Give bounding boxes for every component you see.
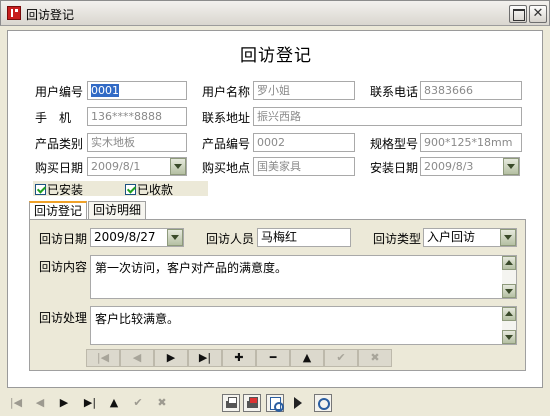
category-field[interactable]: 实木地板 (87, 133, 187, 152)
bottom-edit-button[interactable]: ▲ (104, 394, 124, 412)
nav-next-button[interactable]: ▶ (154, 349, 188, 367)
product-no-label: 产品编号 (202, 137, 251, 151)
main-panel: 回访登记 用户编号 0001 用户名称 罗小姐 联系电话 8383666 手 机… (7, 30, 543, 388)
bottom-last-button[interactable]: ▶| (78, 394, 102, 412)
bottom-toolbar: |◀ ◀ ▶ ▶| ▲ ✔ ✖ (0, 394, 550, 414)
buy-date-dropdown-icon[interactable] (170, 158, 186, 175)
nav-cancel-button[interactable]: ✖ (358, 349, 392, 367)
category-label: 产品类别 (35, 137, 84, 151)
visit-date-label: 回访日期 (39, 232, 88, 246)
form-heading: 回访登记 (240, 46, 312, 66)
window-title: 回访登记 (26, 8, 75, 22)
scroll-up-icon[interactable] (502, 256, 516, 270)
paid-checkbox[interactable]: 已收款 (125, 181, 173, 198)
bottom-first-button[interactable]: |◀ (6, 394, 26, 412)
user-name-label: 用户名称 (202, 85, 251, 99)
visit-type-label: 回访类型 (373, 232, 422, 246)
buy-place-field[interactable]: 国美家具 (253, 157, 355, 176)
visit-date-dropdown-icon[interactable] (167, 229, 183, 246)
phone-field[interactable]: 8383666 (420, 81, 522, 100)
bottom-post-button[interactable]: ✔ (128, 394, 148, 412)
installed-checkbox[interactable]: 已安装 (35, 181, 83, 198)
app-icon (7, 6, 21, 20)
nav-delete-button[interactable]: ━ (256, 349, 290, 367)
nav-post-button[interactable]: ✔ (324, 349, 358, 367)
scroll-down-icon[interactable] (502, 330, 516, 344)
print-preview-icon[interactable] (266, 394, 284, 412)
nav-insert-button[interactable]: ✚ (222, 349, 256, 367)
mobile-label: 手 机 (35, 111, 72, 125)
title-bar: 回访登记 ✕ (0, 0, 550, 26)
phone-label: 联系电话 (370, 85, 419, 99)
visit-content-memo[interactable]: 第一次访问，客户对产品的满意度。 (90, 255, 517, 299)
spec-label: 规格型号 (370, 137, 419, 151)
maximize-button[interactable] (509, 5, 527, 23)
nav-first-button[interactable]: |◀ (86, 349, 120, 367)
visit-handle-label: 回访处理 (39, 311, 88, 325)
checked-icon (125, 184, 136, 195)
bottom-cancel-button[interactable]: ✖ (152, 394, 172, 412)
play-icon[interactable] (289, 394, 307, 412)
checked-icon (35, 184, 46, 195)
product-no-field[interactable]: 0002 (253, 133, 355, 152)
user-name-field[interactable]: 罗小姐 (253, 81, 355, 100)
user-no-field[interactable]: 0001 (87, 81, 187, 100)
visit-staff-field[interactable]: 马梅红 (257, 228, 351, 247)
close-button[interactable]: ✕ (529, 5, 547, 23)
nav-edit-button[interactable]: ▲ (290, 349, 324, 367)
content-scrollbar[interactable] (502, 256, 516, 298)
nav-prior-button[interactable]: ◀ (120, 349, 154, 367)
address-label: 联系地址 (202, 111, 251, 125)
bottom-next-button[interactable]: ▶ (54, 394, 74, 412)
mobile-field[interactable]: 136****8888 (87, 107, 187, 126)
visit-staff-label: 回访人员 (206, 232, 255, 246)
install-date-dropdown-icon[interactable] (503, 158, 519, 175)
tab-visit-register[interactable]: 回访登记 (29, 201, 88, 219)
install-date-label: 安装日期 (370, 161, 419, 175)
status-checks: 已安装 已收款 (33, 181, 208, 198)
buy-place-label: 购买地点 (202, 161, 251, 175)
printer-icon[interactable] (222, 394, 240, 412)
bottom-prior-button[interactable]: ◀ (30, 394, 50, 412)
zoom-icon[interactable] (314, 394, 332, 412)
spec-field[interactable]: 900*125*18mm (420, 133, 522, 152)
nav-last-button[interactable]: ▶| (188, 349, 222, 367)
scroll-down-icon[interactable] (502, 284, 516, 298)
buy-date-label: 购买日期 (35, 161, 84, 175)
visit-handle-memo[interactable]: 客户比较满意。 (90, 306, 517, 345)
address-field[interactable]: 振兴西路 (253, 107, 522, 126)
user-no-label: 用户编号 (35, 85, 84, 99)
visit-type-dropdown-icon[interactable] (500, 229, 516, 246)
handle-scrollbar[interactable] (502, 307, 516, 344)
tab-visit-detail[interactable]: 回访明细 (88, 201, 147, 219)
scroll-up-icon[interactable] (502, 307, 516, 321)
printer-setup-icon[interactable] (243, 394, 261, 412)
visit-content-label: 回访内容 (39, 260, 88, 274)
